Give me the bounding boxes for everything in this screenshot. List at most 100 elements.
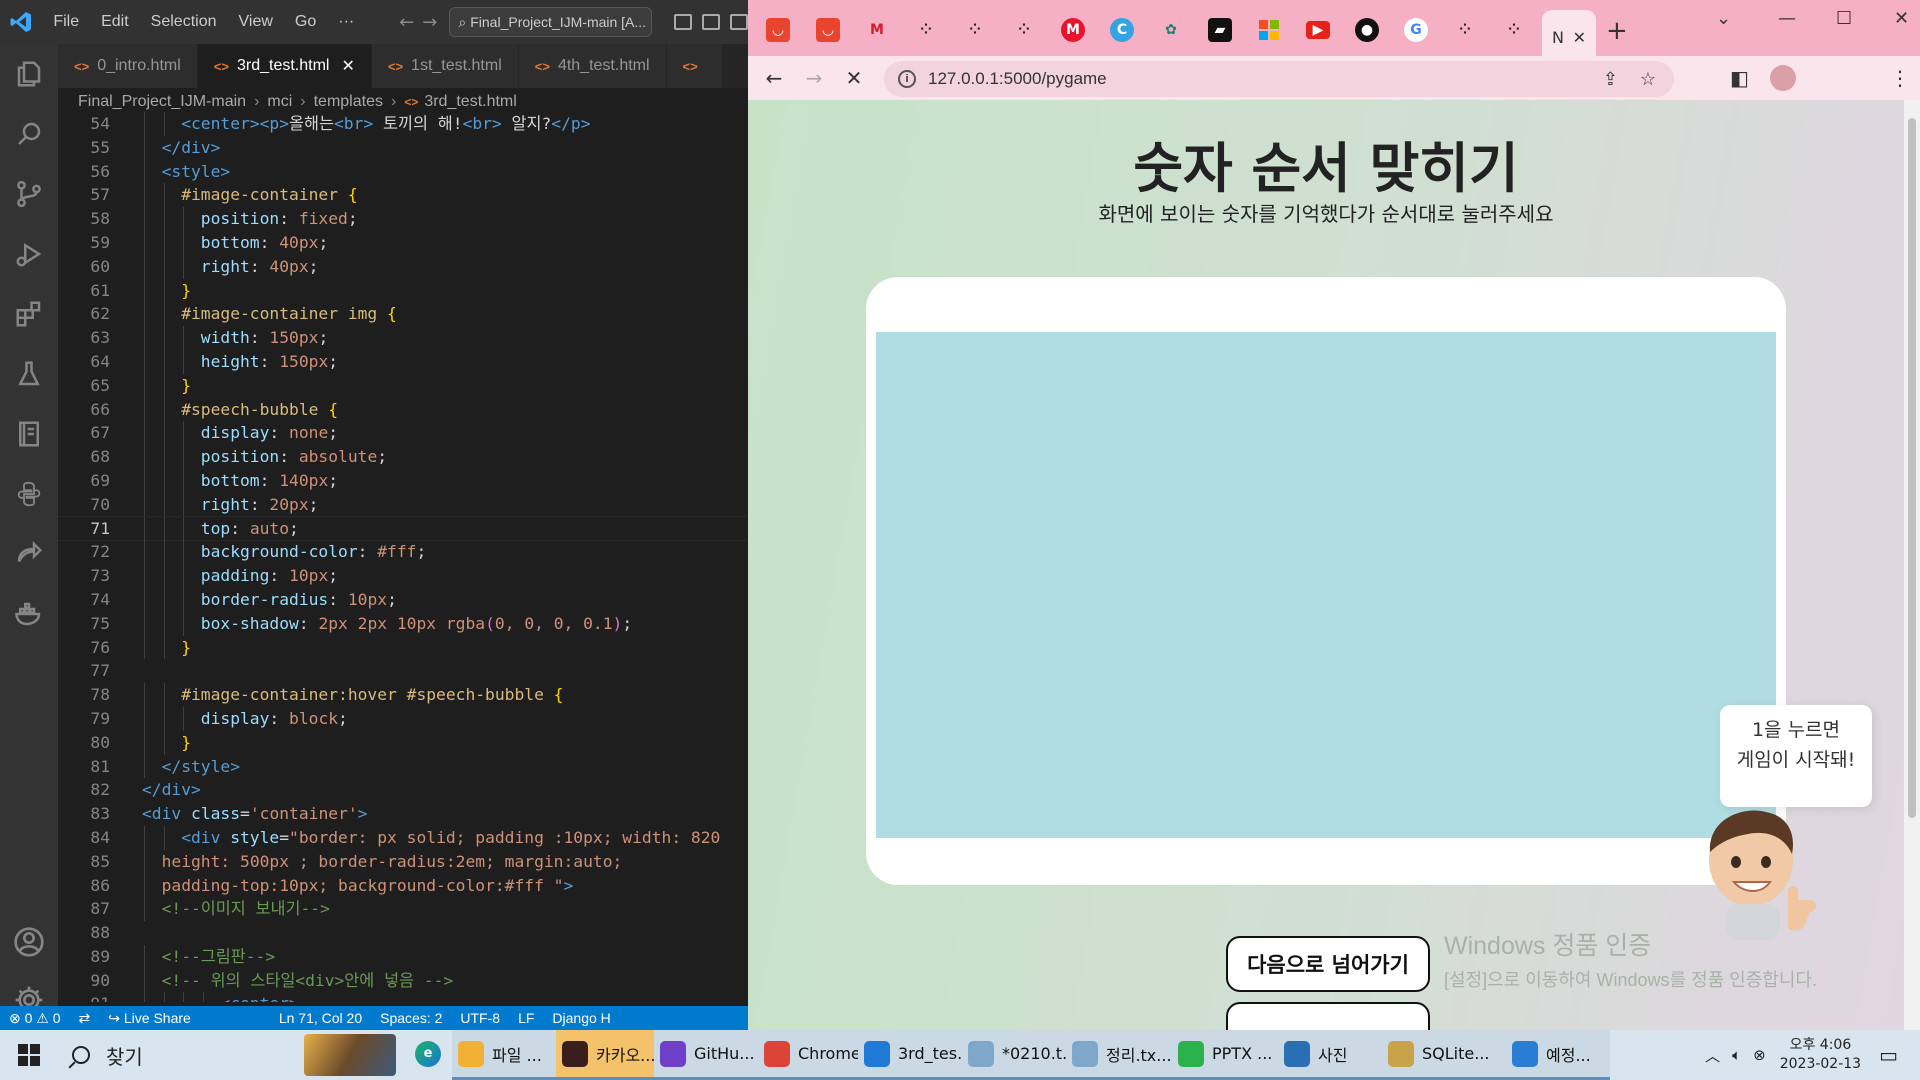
code-line[interactable]: 56 <style> <box>58 159 748 184</box>
close-icon[interactable]: ✕ <box>341 56 354 76</box>
code-line[interactable]: 67 display: none; <box>58 421 748 446</box>
indentation-status[interactable]: Spaces: 2 <box>371 1010 451 1026</box>
tab-favicon-icon[interactable]: C <box>1110 18 1134 42</box>
forward-icon[interactable]: → <box>794 66 834 90</box>
breadcrumb-item[interactable]: Final_Project_IJM-main <box>78 93 246 111</box>
tab-favicon-icon[interactable]: M <box>1061 18 1085 42</box>
problems-status[interactable]: ⊗ 0 ⚠ 0 <box>0 1010 70 1027</box>
code-line[interactable]: 82 </div> <box>58 778 748 802</box>
code-line[interactable]: 80} <box>58 730 748 755</box>
next-button[interactable]: 다음으로 넘어가기 <box>1226 936 1430 992</box>
tab-0-intro[interactable]: <> 0_intro.html <box>58 44 198 88</box>
menu-more[interactable]: ··· <box>327 13 365 31</box>
remote-icon[interactable]: ⇄ <box>70 1010 100 1027</box>
code-line[interactable]: 64 height: 150px; <box>58 349 748 374</box>
show-hidden-icons-chevron-icon[interactable]: ︿ <box>1705 1045 1720 1066</box>
code-line[interactable]: 83 <div class='container'> <box>58 802 748 826</box>
run-debug-icon[interactable] <box>0 224 58 284</box>
code-editor[interactable]: 54 <center><p>올해는<br> 토끼의 해!<br> 알지?</p> 5… <box>58 112 748 1002</box>
code-line[interactable]: 91 <center> <box>58 992 748 1002</box>
tab-4th-test[interactable]: <> 4th_test.html <box>518 44 667 88</box>
profile-avatar[interactable] <box>1770 65 1796 91</box>
code-line[interactable]: 70 right: 20px; <box>58 492 748 517</box>
taskbar-app[interactable]: 파일 ... <box>452 1030 556 1080</box>
explorer-icon[interactable] <box>0 44 58 104</box>
code-line[interactable]: 54 <center><p>올해는<br> 토끼의 해!<br> 알지?</p> <box>58 112 748 136</box>
close-window-icon[interactable]: ✕ <box>1894 8 1909 29</box>
google-icon[interactable]: G <box>1404 18 1428 42</box>
taskbar-app[interactable]: 정리.tx... <box>1066 1030 1172 1080</box>
taskbar-app[interactable]: Chrome <box>758 1030 858 1080</box>
tab-favicon-icon[interactable]: ⁘ <box>1453 18 1477 42</box>
source-control-icon[interactable] <box>0 164 58 224</box>
clock[interactable]: 오후 4:06 2023-02-13 <box>1780 1036 1861 1074</box>
share-icon[interactable]: ⇪ <box>1603 69 1618 90</box>
code-line[interactable]: 63 width: 150px; <box>58 326 748 350</box>
site-info-icon[interactable]: i <box>898 70 916 88</box>
live-share-icon[interactable] <box>0 524 58 584</box>
encoding-status[interactable]: UTF-8 <box>451 1010 509 1026</box>
taskbar-app[interactable]: 사진 <box>1278 1030 1382 1080</box>
code-line[interactable]: 57 #image-container { <box>58 183 748 208</box>
bookmark-star-icon[interactable]: ☆ <box>1640 69 1656 90</box>
code-line[interactable]: 58 position: fixed; <box>58 207 748 231</box>
eol-status[interactable]: LF <box>509 1010 543 1026</box>
taskbar-app[interactable]: 예정... <box>1506 1030 1610 1080</box>
edge-app[interactable]: e <box>404 1030 452 1080</box>
tab-favicon-icon[interactable]: ◡ <box>766 18 790 42</box>
code-line[interactable]: 79 display: block; <box>58 706 748 731</box>
breadcrumb-item[interactable]: mci <box>267 93 292 111</box>
python-icon[interactable] <box>0 464 58 524</box>
code-line[interactable]: 88 <box>58 921 748 945</box>
live-share-status[interactable]: ↪ Live Share <box>99 1010 200 1027</box>
github-icon[interactable]: ● <box>1355 18 1379 42</box>
stop-loading-icon[interactable]: ✕ <box>834 66 874 90</box>
microsoft-icon[interactable] <box>1257 18 1281 42</box>
notebook-icon[interactable] <box>0 404 58 464</box>
new-tab-icon[interactable]: + <box>1606 16 1628 46</box>
menu-edit[interactable]: Edit <box>90 13 140 31</box>
taskbar-app[interactable]: *0210.t... <box>962 1030 1066 1080</box>
page-scrollbar[interactable] <box>1904 100 1920 1030</box>
code-line[interactable]: 84 <div style="border: px solid; padding … <box>58 825 748 850</box>
scrollbar-thumb[interactable] <box>1908 118 1916 818</box>
menu-kebab-icon[interactable]: ⋮ <box>1890 66 1910 90</box>
tab-favicon-icon[interactable]: ⁘ <box>963 18 987 42</box>
taskbar-app[interactable]: GitHu... <box>654 1030 758 1080</box>
code-line[interactable]: 68 position: absolute; <box>58 445 748 469</box>
tab-favicon-icon[interactable]: ◡ <box>816 18 840 42</box>
network-disconnected-icon[interactable]: ⊗ <box>1753 1046 1766 1064</box>
address-bar[interactable]: i 127.0.0.1:5000/pygame ⇪ ☆ <box>884 61 1674 97</box>
back-icon[interactable]: ← <box>754 66 794 90</box>
secondary-button[interactable] <box>1226 1002 1430 1030</box>
code-line[interactable]: 72 background-color: #fff; <box>58 540 748 565</box>
code-line[interactable]: 87 <!--이미지 보내기--> <box>58 897 748 922</box>
menu-view[interactable]: View <box>228 13 284 31</box>
game-canvas[interactable] <box>876 332 1776 838</box>
taskbar-app[interactable]: 카카오... <box>556 1030 654 1080</box>
code-line[interactable]: 69 bottom: 140px; <box>58 468 748 493</box>
search-icon[interactable] <box>0 104 58 164</box>
command-center-search[interactable]: ⌕ Final_Project_IJM-main [A... <box>449 7 652 37</box>
tab-overflow[interactable]: <> <box>666 44 723 88</box>
code-line[interactable]: 55 </div> <box>58 135 748 160</box>
close-tab-icon[interactable]: ✕ <box>1573 28 1586 47</box>
tab-search-chevron-icon[interactable]: ⌄ <box>1716 8 1731 29</box>
code-line[interactable]: 59 bottom: 40px; <box>58 230 748 255</box>
notification-center-icon[interactable]: ▭ <box>1879 1043 1898 1067</box>
breadcrumb-item[interactable]: 3rd_test.html <box>424 93 516 111</box>
code-line[interactable]: 65} <box>58 373 748 398</box>
code-line[interactable]: 85 height: 500px ; border-radius:2em; mar… <box>58 849 748 874</box>
code-line[interactable]: 73 padding: 10px; <box>58 564 748 588</box>
code-line[interactable]: 71 top: auto; <box>58 515 748 542</box>
docker-icon[interactable] <box>0 584 58 644</box>
cursor-position[interactable]: Ln 71, Col 20 <box>270 1010 371 1026</box>
taskbar-app[interactable]: PPTX ... <box>1172 1030 1278 1080</box>
taskbar-app[interactable]: SQLite... <box>1382 1030 1506 1080</box>
code-line[interactable]: 78 #image-container:hover #speech-bubble … <box>58 683 748 707</box>
menu-go[interactable]: Go <box>284 13 327 31</box>
memoji-avatar-icon[interactable] <box>1696 800 1826 940</box>
nav-back-forward-icon[interactable]: ←→ <box>399 12 445 33</box>
code-line[interactable]: 89 <!--그림판--> <box>58 944 748 969</box>
code-line[interactable]: 76} <box>58 635 748 660</box>
